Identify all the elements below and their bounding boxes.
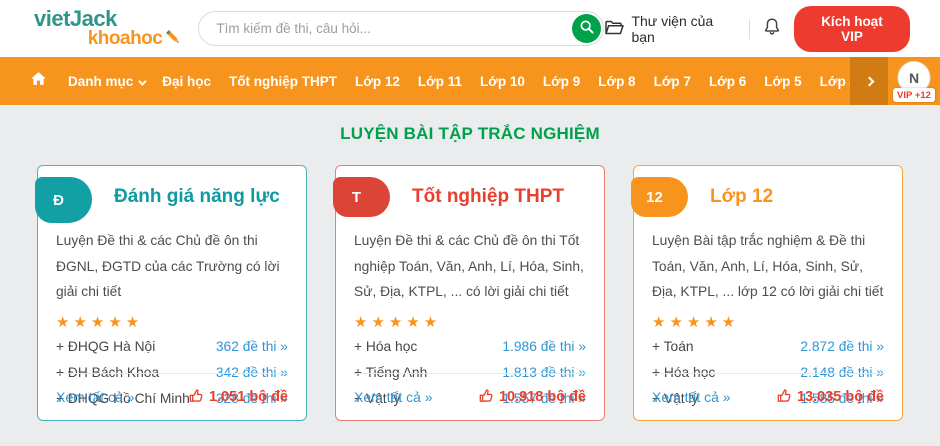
card-danh-gia-nang-luc: Đ Đánh giá năng lực Luyện Đề thi & các C… xyxy=(35,165,307,421)
list-item[interactable]: + ĐHQG Hà Nội 362 đề thi » xyxy=(56,334,288,360)
card-title[interactable]: Tốt nghiệp THPT xyxy=(412,183,588,211)
total-count: 13.035 bộ đề xyxy=(777,388,884,407)
nav-item-lop-11[interactable]: Lớp 11 xyxy=(409,74,471,89)
nav-item-tot-nghiep-thpt[interactable]: Tốt nghiệp THPT xyxy=(220,74,346,89)
star-rating: ★★★★★ xyxy=(56,313,144,331)
nav-item-lop-12[interactable]: Lớp 12 xyxy=(346,74,409,89)
logo[interactable]: vietJack khoahoc xyxy=(34,5,182,50)
card-footer: Xem tất cả » 10.918 bộ đề xyxy=(354,373,586,420)
logo-line-2: khoahoc xyxy=(87,28,163,49)
card-badge: T xyxy=(333,177,390,217)
home-button[interactable] xyxy=(22,71,55,91)
card-lop-12: 12 Lớp 12 Luyện Bài tập trắc nghiệm & Đề… xyxy=(631,165,903,421)
list-item[interactable]: + Toán 2.872 đề thi » xyxy=(652,334,884,360)
total-count: 10.918 bộ đề xyxy=(479,388,586,407)
thumbs-up-icon xyxy=(189,388,204,407)
card-footer: Xem tất cả » 1.051 bộ đề xyxy=(56,373,288,420)
chevron-right-icon xyxy=(864,76,874,86)
total-count: 1.051 bộ đề xyxy=(189,388,288,407)
nav-scroll-right-button[interactable] xyxy=(850,57,888,105)
card-description: Luyện Đề thi & các Chủ đề ôn thi Tốt ngh… xyxy=(354,233,584,300)
main-nav: Danh mục Đại học Tốt nghiệp THPT Lớp 12 … xyxy=(0,57,940,105)
nav-item-lop-5[interactable]: Lớp 5 xyxy=(755,74,810,89)
card-tot-nghiep-thpt: T Tốt nghiệp THPT Luyện Đề thi & các Chủ… xyxy=(333,165,605,421)
home-icon xyxy=(30,71,47,91)
nav-item-lop-10[interactable]: Lớp 10 xyxy=(471,74,534,89)
logo-line-1: vietJack xyxy=(34,5,117,31)
card-description: Luyện Đề thi & các Chủ đề ôn thi ĐGNL, Đ… xyxy=(56,233,280,300)
star-rating: ★★★★★ xyxy=(354,313,442,331)
bell-icon xyxy=(763,17,781,41)
nav-item-lop-7[interactable]: Lớp 7 xyxy=(645,74,700,89)
chevron-down-icon xyxy=(138,76,147,86)
library-label: Thư viện của bạn xyxy=(631,12,714,45)
view-all-link[interactable]: Xem tất cả » xyxy=(652,389,731,405)
view-all-link[interactable]: Xem tất cả » xyxy=(56,389,135,405)
top-header: vietJack khoahoc Tìm kiếm đề thi, câu hỏ… xyxy=(0,0,940,57)
section-title: LUYỆN BÀI TẬP TRẮC NGHIỆM xyxy=(340,124,600,143)
pencil-icon xyxy=(164,28,182,50)
list-item[interactable]: + Hóa học 1.986 đề thi » xyxy=(354,334,586,360)
thumbs-up-icon xyxy=(479,388,494,407)
card-badge: Đ xyxy=(35,177,92,223)
thumbs-up-icon xyxy=(777,388,792,407)
header-divider xyxy=(748,18,750,39)
card-title[interactable]: Đánh giá năng lực xyxy=(114,183,290,211)
exam-count-link[interactable]: 362 đề thi » xyxy=(216,339,288,354)
nav-item-danh-muc[interactable]: Danh mục xyxy=(59,74,153,89)
nav-item-dai-hoc[interactable]: Đại học xyxy=(153,74,220,89)
card-badge: 12 xyxy=(631,177,688,217)
folder-icon xyxy=(604,19,625,39)
card-row: Đ Đánh giá năng lực Luyện Đề thi & các C… xyxy=(35,165,903,421)
exam-count-link[interactable]: 1.986 đề thi » xyxy=(502,339,586,354)
search-bar xyxy=(198,11,605,46)
card-footer: Xem tất cả » 13.035 bộ đề xyxy=(652,373,884,420)
library-link[interactable]: Thư viện của bạn xyxy=(604,13,735,45)
search-icon xyxy=(579,19,595,38)
nav-item-lop-8[interactable]: Lớp 8 xyxy=(589,74,644,89)
view-all-link[interactable]: Xem tất cả » xyxy=(354,389,433,405)
star-rating: ★★★★★ xyxy=(652,313,740,331)
search-input[interactable] xyxy=(199,12,604,45)
card-title[interactable]: Lớp 12 xyxy=(710,183,886,211)
activate-vip-button[interactable]: Kích hoạt VIP xyxy=(793,5,910,52)
avatar-zone: N VIP +12 xyxy=(888,57,940,105)
nav-item-lop-9[interactable]: Lớp 9 xyxy=(534,74,589,89)
vip-count-badge: VIP +12 xyxy=(893,88,935,102)
card-description: Luyện Bài tập trắc nghiệm & Đề thi Toán,… xyxy=(652,233,884,300)
nav-item-lop-6[interactable]: Lớp 6 xyxy=(700,74,755,89)
exam-count-link[interactable]: 2.872 đề thi » xyxy=(800,339,884,354)
notifications-bell[interactable] xyxy=(763,17,781,41)
